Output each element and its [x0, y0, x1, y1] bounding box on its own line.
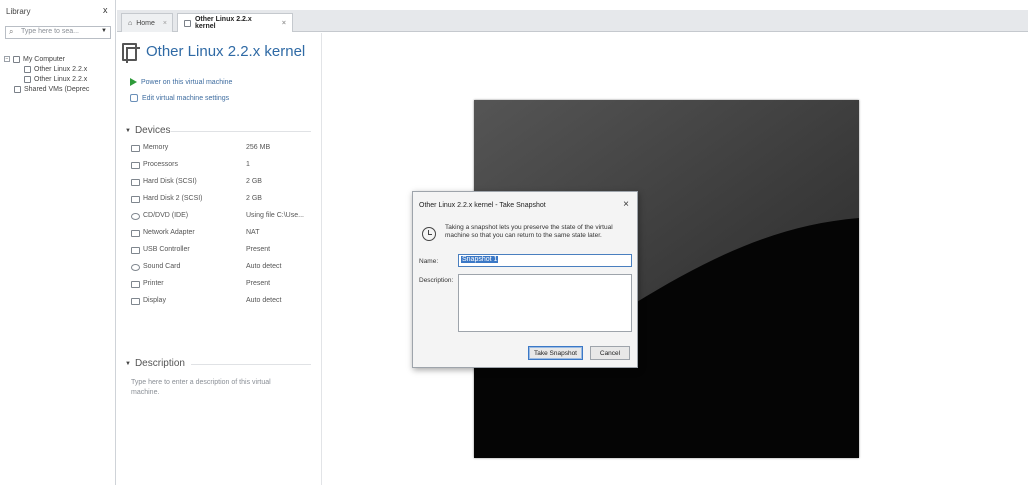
tree-item-vm-1[interactable]: Other Linux 2.2.x — [24, 64, 87, 74]
vm-icon — [24, 75, 31, 83]
device-name: Hard Disk 2 (SCSI) — [143, 195, 203, 202]
edit-settings-label: Edit virtual machine settings — [142, 94, 230, 102]
device-value: Present — [246, 246, 271, 253]
device-value: Present — [246, 280, 271, 287]
hard-disk-icon — [131, 196, 140, 203]
tree-item-label: My Computer — [23, 55, 66, 63]
device-row-display[interactable]: Display Auto detect — [131, 296, 311, 308]
collapse-icon[interactable]: − — [4, 56, 10, 62]
home-icon: ⌂ — [128, 19, 133, 27]
edit-settings-link[interactable]: Edit virtual machine settings — [130, 94, 229, 102]
device-name: Memory — [143, 144, 169, 151]
devices-section-header[interactable]: ▼ Devices — [125, 125, 171, 136]
network-icon — [131, 230, 140, 237]
description-input[interactable]: Type here to enter a description of this… — [131, 378, 301, 398]
snapshot-description-input[interactable] — [458, 274, 632, 332]
library-close-button[interactable]: x — [103, 5, 108, 15]
take-snapshot-dialog: Other Linux 2.2.x kernel - Take Snapshot… — [412, 191, 638, 368]
snapshot-name-value: Snapshot 1 — [461, 256, 499, 263]
printer-icon — [131, 281, 140, 288]
close-icon[interactable]: × — [282, 20, 286, 27]
processor-icon — [131, 162, 140, 169]
tab-vm[interactable]: Other Linux 2.2.x kernel × — [177, 13, 293, 32]
memory-icon — [131, 145, 140, 152]
section-divider — [191, 364, 311, 365]
vm-icon — [122, 43, 140, 63]
device-row-processors[interactable]: Processors 1 — [131, 160, 311, 172]
vm-icon — [184, 19, 191, 27]
tree-item-vm-2[interactable]: Other Linux 2.2.x — [24, 74, 87, 84]
device-row-hard-disk-2[interactable]: Hard Disk 2 (SCSI) 2 GB — [131, 194, 311, 206]
computer-icon — [13, 55, 20, 63]
device-value: 256 MB — [246, 144, 271, 151]
tree-item-label: Other Linux 2.2.x — [34, 75, 88, 83]
description-header-label: Description — [134, 358, 185, 369]
device-name: Network Adapter — [143, 229, 195, 236]
vm-icon — [24, 65, 31, 73]
vm-summary-panel: Other Linux 2.2.x kernel Power on this v… — [117, 33, 322, 485]
tab-label: Home — [136, 19, 155, 27]
tab-strip: ⌂ Home × Other Linux 2.2.x kernel × — [117, 10, 1028, 32]
device-name: Hard Disk (SCSI) — [143, 178, 197, 185]
display-icon — [131, 298, 140, 305]
sound-icon — [131, 264, 140, 271]
settings-icon — [130, 94, 138, 102]
dialog-info-text: Taking a snapshot lets you preserve the … — [445, 224, 613, 239]
device-name: CD/DVD (IDE) — [143, 212, 189, 219]
devices-header-label: Devices — [134, 125, 171, 136]
tree-item-shared-vms[interactable]: Shared VMs (Deprec — [14, 84, 89, 94]
collapse-arrow-icon: ▼ — [125, 360, 131, 367]
tab-home[interactable]: ⌂ Home × — [121, 13, 173, 32]
device-name: Sound Card — [143, 263, 181, 270]
cancel-button[interactable]: Cancel — [590, 346, 630, 360]
hard-disk-icon — [131, 179, 140, 186]
tab-label: Other Linux 2.2.x kernel — [194, 16, 252, 30]
device-row-cd-dvd[interactable]: CD/DVD (IDE) Using file C:\Use... — [131, 211, 311, 223]
tree-item-label: Shared VMs (Deprec — [24, 85, 90, 93]
device-value: Auto detect — [246, 297, 282, 304]
tree-item-my-computer[interactable]: − My Computer — [4, 54, 65, 64]
device-row-usb-controller[interactable]: USB Controller Present — [131, 245, 311, 257]
device-value: 2 GB — [246, 195, 262, 202]
device-name: Printer — [143, 280, 164, 287]
device-name: USB Controller — [143, 246, 190, 253]
take-snapshot-button[interactable]: Take Snapshot — [528, 346, 583, 360]
device-name: Processors — [143, 161, 179, 168]
description-section-header[interactable]: ▼ Description — [125, 358, 185, 369]
tree-item-label: Other Linux 2.2.x — [34, 65, 88, 73]
power-on-link[interactable]: Power on this virtual machine — [130, 78, 232, 86]
chevron-down-icon[interactable]: ▼ — [101, 28, 107, 34]
device-row-sound-card[interactable]: Sound Card Auto detect — [131, 262, 311, 274]
library-search-placeholder: Type here to sea... — [21, 28, 79, 35]
usb-icon — [131, 247, 140, 254]
device-row-network-adapter[interactable]: Network Adapter NAT — [131, 228, 311, 240]
device-value: 1 — [246, 161, 250, 168]
device-row-hard-disk[interactable]: Hard Disk (SCSI) 2 GB — [131, 177, 311, 189]
device-row-memory[interactable]: Memory 256 MB — [131, 143, 311, 155]
device-row-printer[interactable]: Printer Present — [131, 279, 311, 291]
snapshot-name-input[interactable]: Snapshot 1 — [458, 254, 632, 267]
library-search-input[interactable]: ⌕ Type here to sea... ▼ — [5, 26, 111, 39]
collapse-arrow-icon: ▼ — [125, 127, 131, 134]
play-icon — [130, 78, 137, 86]
library-panel: Library x ⌕ Type here to sea... ▼ − My C… — [0, 0, 116, 485]
section-divider — [171, 131, 311, 132]
device-value: 2 GB — [246, 178, 262, 185]
page-title: Other Linux 2.2.x kernel — [146, 43, 306, 60]
name-label: Name: — [419, 258, 439, 265]
power-on-label: Power on this virtual machine — [141, 78, 233, 86]
dialog-close-button[interactable]: × — [623, 199, 629, 210]
close-icon[interactable]: × — [163, 20, 167, 27]
shared-vms-icon — [14, 85, 21, 93]
device-value: Using file C:\Use... — [246, 212, 304, 219]
device-value: Auto detect — [246, 263, 282, 270]
dialog-title: Other Linux 2.2.x kernel - Take Snapshot — [419, 202, 546, 209]
cd-dvd-icon — [131, 213, 140, 220]
search-icon: ⌕ — [9, 27, 14, 36]
device-name: Display — [143, 297, 166, 304]
description-label: Description: — [419, 277, 454, 284]
clock-icon — [422, 227, 436, 241]
device-value: NAT — [246, 229, 260, 236]
library-title: Library — [6, 7, 31, 16]
